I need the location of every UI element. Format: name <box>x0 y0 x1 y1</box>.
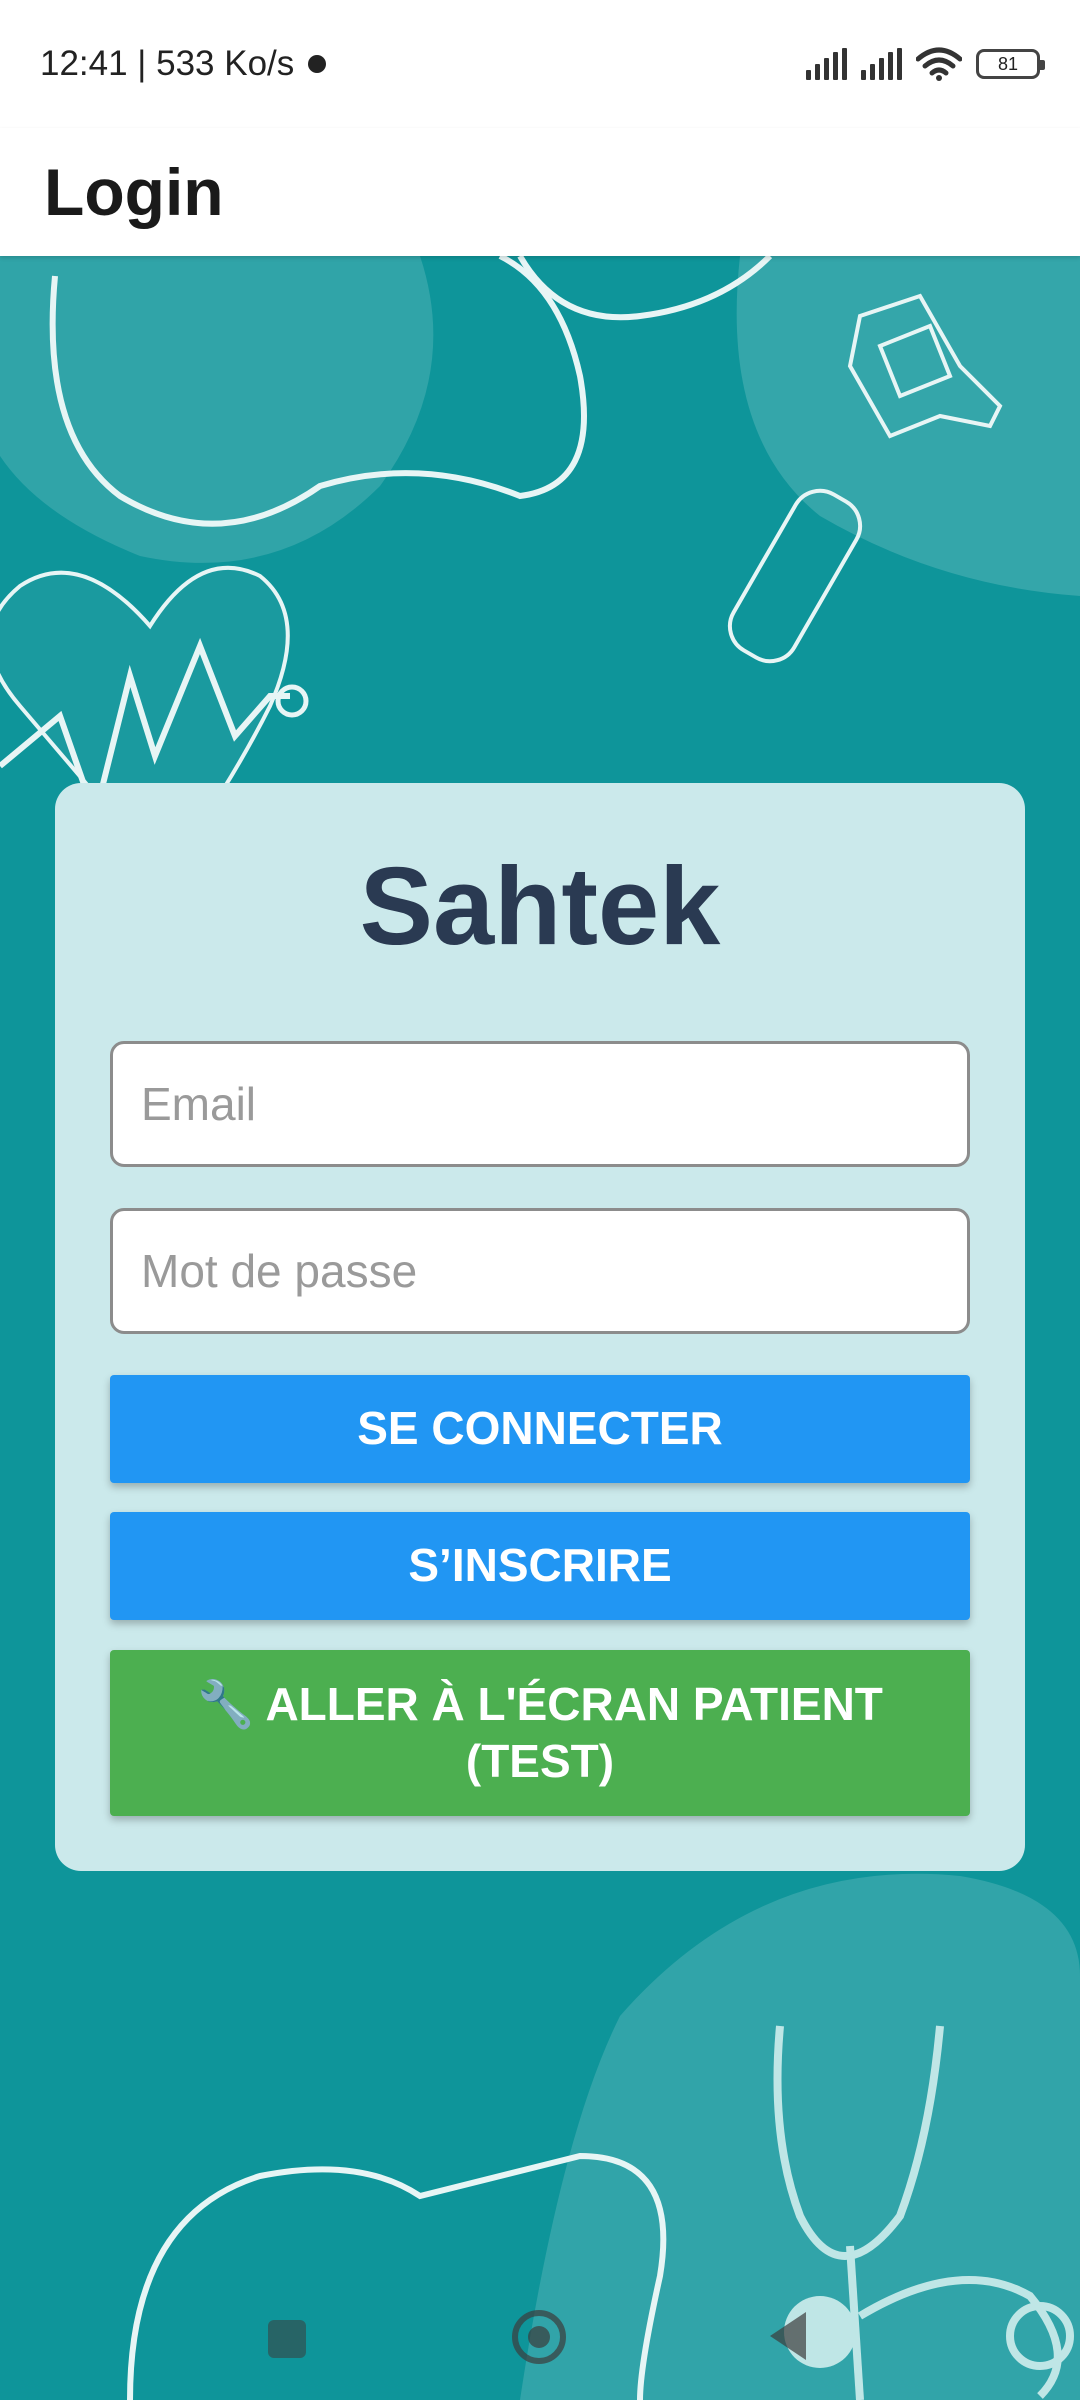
recents-icon[interactable] <box>268 2320 306 2358</box>
battery-level: 81 <box>997 53 1019 74</box>
page-title: Login <box>44 155 224 229</box>
status-bar: 12:41 | 533 Ko/s 81 <box>0 0 1080 128</box>
password-field[interactable] <box>110 1208 970 1334</box>
status-time-speed: 12:41 | 533 Ko/s <box>40 44 295 83</box>
patient-screen-test-button[interactable]: 🔧 ALLER À L'ÉCRAN PATIENT (TEST) <box>110 1650 970 1816</box>
notification-icon <box>308 55 327 73</box>
home-icon[interactable] <box>512 2310 566 2364</box>
navigation-bar <box>0 2270 1080 2400</box>
register-button[interactable]: S’INSCRIRE <box>110 1512 970 1620</box>
status-left: 12:41 | 533 Ko/s <box>40 44 327 84</box>
back-icon[interactable] <box>770 2312 806 2360</box>
status-right: 81 <box>806 47 1045 81</box>
app-name-title: Sahtek <box>359 845 721 968</box>
signal-icon <box>861 48 902 80</box>
login-card: Sahtek SE CONNECTER S’INSCRIRE 🔧 ALLER À… <box>55 783 1025 1871</box>
email-input[interactable] <box>141 1077 967 1131</box>
wifi-icon <box>916 47 962 81</box>
app-bar: Login <box>0 128 1080 256</box>
password-input[interactable] <box>141 1244 967 1298</box>
login-button[interactable]: SE CONNECTER <box>110 1375 970 1483</box>
battery-icon: 81 <box>976 49 1045 79</box>
email-field[interactable] <box>110 1041 970 1167</box>
signal-icon <box>806 48 847 80</box>
